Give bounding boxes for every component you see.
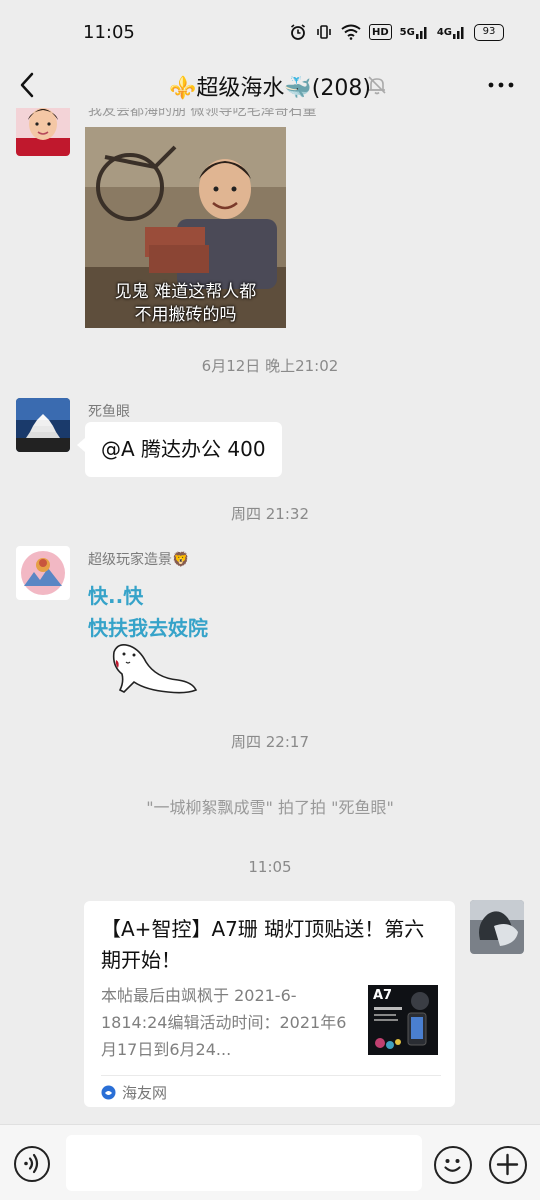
mute-bell-icon [366, 74, 388, 96]
link-thumbnail: A7 [368, 985, 438, 1055]
message-list[interactable]: 我友会都海的朋 微领导吃毛泽哥石量 见鬼 难道这帮人都 不用搬砖的吗 6月12日… [0, 108, 540, 1124]
alarm-icon [289, 22, 307, 42]
message-input[interactable] [66, 1135, 422, 1191]
mini-program-icon [101, 1085, 116, 1099]
sticker-text-line1: 快..快 [88, 584, 144, 608]
sender-super-player: 超级玩家造景🦁 [88, 552, 190, 568]
timestamp-1: 6月12日 晚上21:02 [201, 357, 339, 375]
meme-caption-line2: 不用搬砖的吗 [134, 305, 237, 325]
meme-caption: 见鬼 难道这帮人都 不用搬砖的吗 [85, 281, 286, 327]
plus-icon [496, 1153, 519, 1176]
link-source-name: 海友网 [122, 1083, 168, 1102]
seal-sticker-drawing [112, 644, 198, 694]
product-thumbnail-image [374, 992, 429, 1049]
chat-title: ⚜️超级海水🐳(208) [169, 76, 371, 101]
timestamp-3: 周四 22:17 [231, 733, 309, 751]
input-bar [0, 1124, 540, 1200]
avatar-siyuyan[interactable] [16, 398, 70, 452]
seal-sticker[interactable] [106, 638, 202, 698]
status-bar: 11:05 HD 5G 4G 93 [0, 0, 540, 62]
chat-header: ⚜️超级海水🐳(208) [0, 62, 540, 108]
status-icons: HD 5G 4G 93 [289, 22, 504, 42]
wifi-icon [341, 22, 361, 42]
emoji-button[interactable] [434, 1146, 472, 1184]
partial-sender-name: 我友会都海的朋 微领导吃毛泽哥石量 [88, 108, 317, 119]
signal-4g: 4G [437, 22, 466, 42]
more-icon [488, 82, 514, 88]
signal-5g: 5G [400, 22, 429, 42]
more-button[interactable] [486, 74, 516, 96]
timestamp-2: 周四 21:32 [231, 505, 309, 523]
avatar-self[interactable] [470, 900, 524, 954]
avatar-super-player[interactable] [16, 546, 70, 600]
avatar-girl[interactable] [16, 108, 70, 156]
vibrate-icon [315, 22, 333, 42]
battery-indicator: 93 [474, 23, 504, 41]
timestamp-4: 11:05 [248, 858, 292, 876]
smile-icon [444, 1159, 461, 1172]
chat-title-wrap[interactable]: ⚜️超级海水🐳(208) [0, 70, 540, 102]
plus-button[interactable] [489, 1146, 527, 1184]
link-divider [101, 1075, 441, 1076]
link-source: 海友网 [101, 1082, 167, 1102]
voice-icon [24, 1153, 39, 1174]
link-title: 【A+智控】A7珊 瑚灯顶贴送！第六期开始！ [101, 917, 425, 972]
link-card[interactable]: 【A+智控】A7珊 瑚灯顶贴送！第六期开始！ 本帖最后由飒枫于 2021-6-1… [84, 901, 455, 1107]
link-description: 本帖最后由飒枫于 2021-6-1814:24编辑活动时间：2021年6月17日… [101, 986, 347, 1059]
voice-button[interactable] [14, 1146, 50, 1182]
sticker-text[interactable]: 快..快 快扶我去妓院 [88, 580, 208, 644]
hd-badge: HD [368, 24, 392, 40]
signal-5g-label: 5G [399, 26, 415, 38]
message-text: @A 腾达办公 400 [101, 437, 266, 461]
meme-caption-line1: 见鬼 难道这帮人都 [114, 282, 257, 302]
meme-image[interactable]: 见鬼 难道这帮人都 不用搬砖的吗 [85, 127, 286, 328]
status-time: 11:05 [83, 22, 135, 43]
signal-4g-label: 4G [436, 26, 452, 38]
pat-notice: "一城柳絮飘成雪" 拍了拍 "死鱼眼" [146, 798, 394, 817]
sender-siyuyan: 死鱼眼 [88, 404, 130, 420]
message-bubble-siyuyan[interactable]: @A 腾达办公 400 [77, 422, 282, 477]
